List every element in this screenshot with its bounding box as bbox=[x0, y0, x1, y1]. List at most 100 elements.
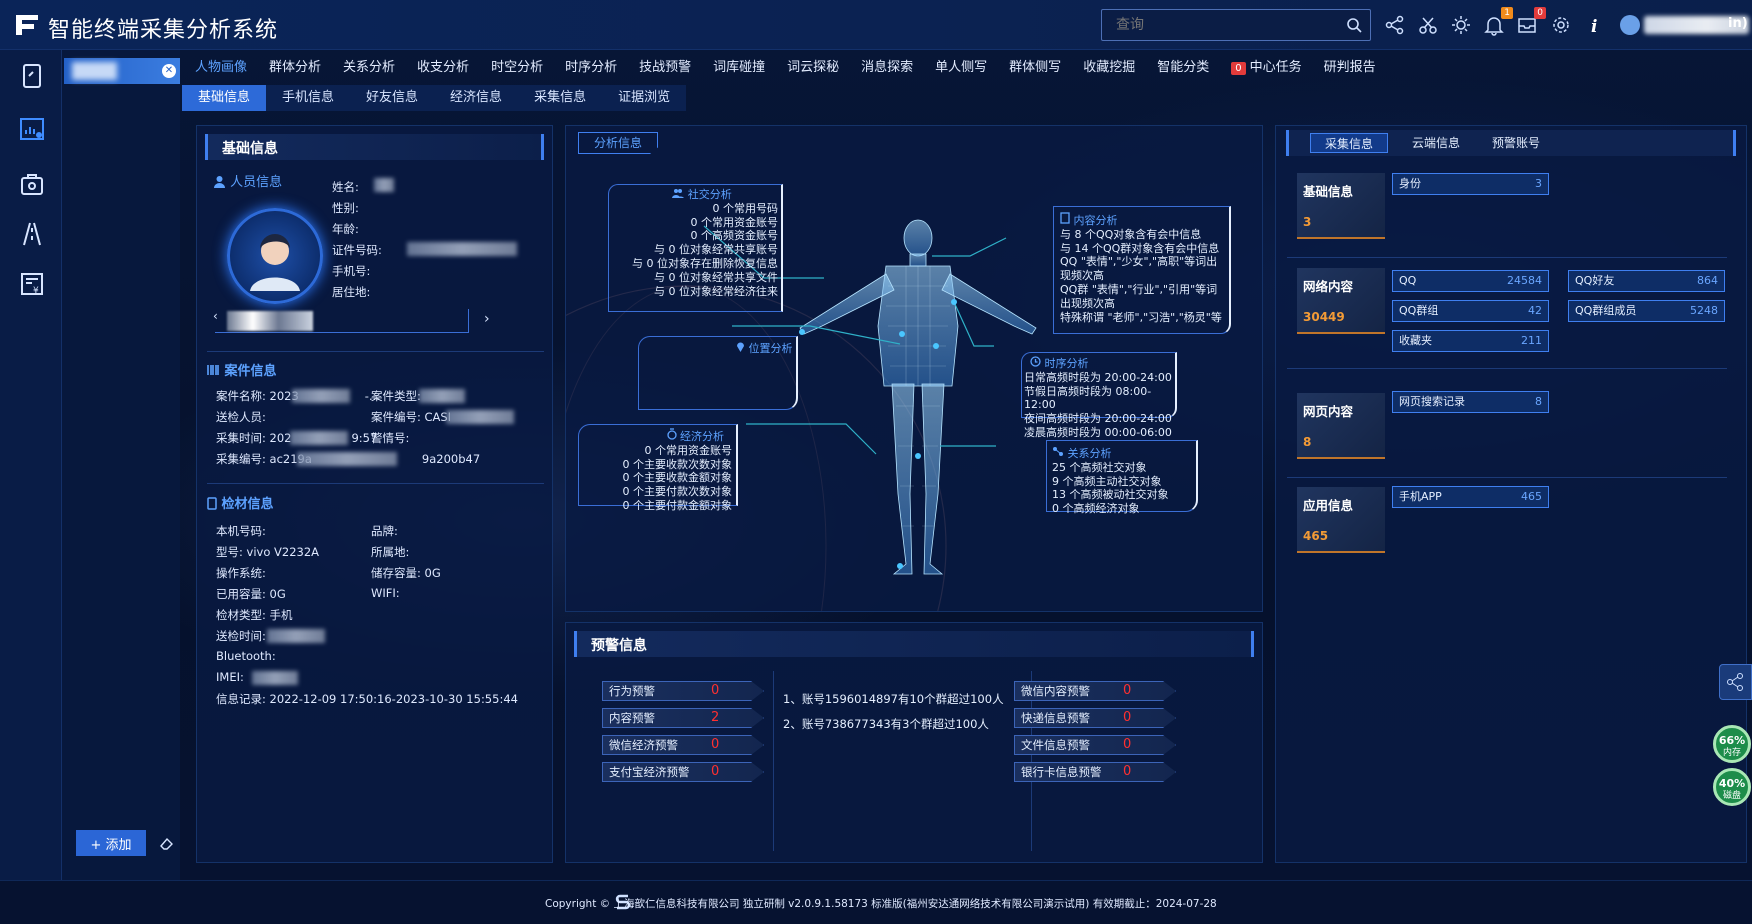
nav-item-9[interactable]: 消息探索 bbox=[850, 54, 924, 82]
device-bluetooth: Bluetooth: bbox=[216, 649, 276, 663]
category-card[interactable]: 网络内容 30449 bbox=[1297, 268, 1385, 334]
warning-message[interactable]: 1、账号1596014897有10个群超过100人 bbox=[783, 691, 1004, 707]
subnav-item-1[interactable]: 手机信息 bbox=[266, 85, 350, 111]
device-storage: 储存容量: 0G bbox=[371, 566, 441, 580]
nav-item-13[interactable]: 智能分类 bbox=[1146, 54, 1220, 82]
collection-tab-1[interactable]: 云端信息 bbox=[1398, 133, 1474, 153]
relation-line-1: 9 个高频主动社交对象 bbox=[1052, 474, 1162, 488]
memory-usage-gauge: 66% 内存 bbox=[1713, 725, 1751, 763]
nav-item-15[interactable]: 研判报告 bbox=[1313, 54, 1387, 82]
warning-item[interactable]: 微信内容预警 0 bbox=[1014, 681, 1176, 701]
nav-item-6[interactable]: 技战预警 bbox=[628, 54, 702, 82]
tablet-icon[interactable] bbox=[18, 62, 46, 90]
chip-label: 手机APP bbox=[1399, 490, 1442, 503]
search-icon[interactable] bbox=[1346, 17, 1362, 33]
settings-gear-icon[interactable] bbox=[1550, 14, 1572, 36]
category-chip[interactable]: QQ 24584 bbox=[1392, 270, 1549, 292]
warning-label: 银行卡信息预警 bbox=[1021, 765, 1102, 779]
info-icon[interactable]: i bbox=[1583, 14, 1605, 36]
timeline-line-2: 夜间高频时段为 20:00-24:00 bbox=[1024, 412, 1172, 426]
basic-info-title: 基础信息 bbox=[222, 141, 278, 157]
subnav-item-5[interactable]: 证据浏览 bbox=[602, 85, 686, 111]
category-chip[interactable]: 收藏夹 211 bbox=[1392, 330, 1549, 352]
category-total: 465 bbox=[1303, 529, 1329, 543]
analysis-panel: 分析信息 社交分析 0 个常用号码 0 个常用资金账号 0 个高频资金账号与 0 位… bbox=[565, 125, 1263, 612]
category-chip[interactable]: QQ群组 42 bbox=[1392, 300, 1549, 322]
nav-item-label: 研判报告 bbox=[1323, 60, 1376, 75]
warning-item[interactable]: 微信经济预警 0 bbox=[602, 735, 764, 755]
economy-title-text: 经济分析 bbox=[680, 430, 724, 443]
nav-item-10[interactable]: 单人侧写 bbox=[924, 54, 998, 82]
phone-icon bbox=[207, 497, 217, 510]
notification-badge: 1 bbox=[1501, 7, 1513, 19]
warning-item[interactable]: 支付宝经济预警 0 bbox=[602, 762, 764, 782]
eraser-icon[interactable] bbox=[158, 835, 174, 851]
category-chip[interactable]: 身份 3 bbox=[1392, 173, 1549, 195]
category-divider bbox=[1287, 477, 1727, 478]
category-card[interactable]: 应用信息 465 bbox=[1297, 487, 1385, 553]
category-chip[interactable]: 手机APP 465 bbox=[1392, 486, 1549, 508]
basic-info-header: 基础信息 bbox=[205, 134, 544, 160]
nav-item-8[interactable]: 词云探秘 bbox=[776, 54, 850, 82]
case-name-value: 案件名称: 2023 bbox=[216, 389, 299, 403]
share-icon[interactable] bbox=[1384, 14, 1406, 36]
relation-line-3: 0 个高频经济对象 bbox=[1052, 502, 1140, 516]
svg-text:¥: ¥ bbox=[33, 286, 39, 296]
nav-item-3[interactable]: 收支分析 bbox=[406, 54, 480, 82]
warning-item[interactable]: 文件信息预警 0 bbox=[1014, 735, 1176, 755]
search-input[interactable] bbox=[1102, 10, 1338, 40]
category-chip[interactable]: QQ好友 864 bbox=[1568, 270, 1725, 292]
subnav-item-4[interactable]: 采集信息 bbox=[518, 85, 602, 111]
inbox-badge: 0 bbox=[1534, 7, 1546, 19]
close-icon[interactable]: ✕ bbox=[162, 64, 176, 78]
nav-item-14[interactable]: 0 中心任务 bbox=[1220, 54, 1312, 82]
collection-tab-0[interactable]: 采集信息 bbox=[1310, 133, 1389, 153]
warning-item[interactable]: 快递信息预警 0 bbox=[1014, 708, 1176, 728]
nav-item-12[interactable]: 收藏挖掘 bbox=[1072, 54, 1146, 82]
chart-analysis-icon[interactable] bbox=[18, 116, 46, 144]
scissors-icon[interactable] bbox=[1417, 14, 1439, 36]
side-share-button[interactable] bbox=[1719, 664, 1752, 700]
notification-bell[interactable]: 1 bbox=[1483, 7, 1513, 36]
chip-label: QQ好友 bbox=[1575, 274, 1615, 287]
economy-analysis: 经济分析 0 个常用资金账号 0 个主要收款次数对象 0 个主要收款金额对象 0 个主… bbox=[596, 428, 732, 513]
person-carousel[interactable]: ‹ bbox=[213, 309, 469, 333]
social-line-6: 与 0 位对象经常经济往来 bbox=[654, 284, 778, 298]
subnav-item-3[interactable]: 经济信息 bbox=[434, 85, 518, 111]
category-chip[interactable]: QQ群组成员 5248 bbox=[1568, 300, 1725, 322]
inbox-button[interactable]: 0 bbox=[1516, 7, 1546, 36]
user-avatar[interactable] bbox=[1620, 15, 1640, 35]
carousel-prev-icon[interactable]: ‹ bbox=[213, 309, 218, 323]
warning-label: 行为预警 bbox=[609, 684, 655, 698]
nav-item-5[interactable]: 时序分析 bbox=[554, 54, 628, 82]
toolbox-icon[interactable] bbox=[18, 170, 46, 198]
nav-item-1[interactable]: 群体分析 bbox=[258, 54, 332, 82]
warning-title: 预警信息 bbox=[591, 638, 647, 654]
carousel-next-icon[interactable]: › bbox=[484, 311, 490, 327]
economy-line-2: 0 个主要收款金额对象 bbox=[622, 471, 733, 485]
brightness-icon[interactable] bbox=[1450, 14, 1472, 36]
warning-item[interactable]: 内容预警 2 bbox=[602, 708, 764, 728]
collection-tab-2[interactable]: 预警账号 bbox=[1478, 133, 1554, 153]
nav-item-7[interactable]: 词库碰撞 bbox=[702, 54, 776, 82]
add-case-button[interactable]: + 添加 bbox=[76, 830, 146, 856]
nav-item-2[interactable]: 关系分析 bbox=[332, 54, 406, 82]
nav-item-11[interactable]: 群体侧写 bbox=[998, 54, 1072, 82]
warning-message[interactable]: 2、账号738677343有3个群超过100人 bbox=[783, 716, 989, 732]
search-box[interactable] bbox=[1101, 9, 1371, 41]
nav-item-0[interactable]: 人物画像 bbox=[184, 54, 258, 82]
category-card[interactable]: 基础信息 3 bbox=[1297, 173, 1385, 239]
case-tab-active[interactable]: ✕ bbox=[64, 58, 180, 84]
subnav-item-2[interactable]: 好友信息 bbox=[350, 85, 434, 111]
category-chip[interactable]: 网页搜索记录 8 bbox=[1392, 391, 1549, 413]
category-card[interactable]: 网页内容 8 bbox=[1297, 393, 1385, 459]
warning-item[interactable]: 行为预警 0 bbox=[602, 681, 764, 701]
subnav-item-0[interactable]: 基础信息 bbox=[182, 85, 267, 111]
category-name: 基础信息 bbox=[1303, 184, 1354, 199]
warning-label: 快递信息预警 bbox=[1021, 711, 1090, 725]
bill-icon[interactable]: ¥ bbox=[18, 270, 46, 298]
road-icon[interactable] bbox=[18, 220, 46, 248]
analysis-tab[interactable]: 分析信息 bbox=[578, 132, 658, 154]
warning-item[interactable]: 银行卡信息预警 0 bbox=[1014, 762, 1176, 782]
nav-item-4[interactable]: 时空分析 bbox=[480, 54, 554, 82]
